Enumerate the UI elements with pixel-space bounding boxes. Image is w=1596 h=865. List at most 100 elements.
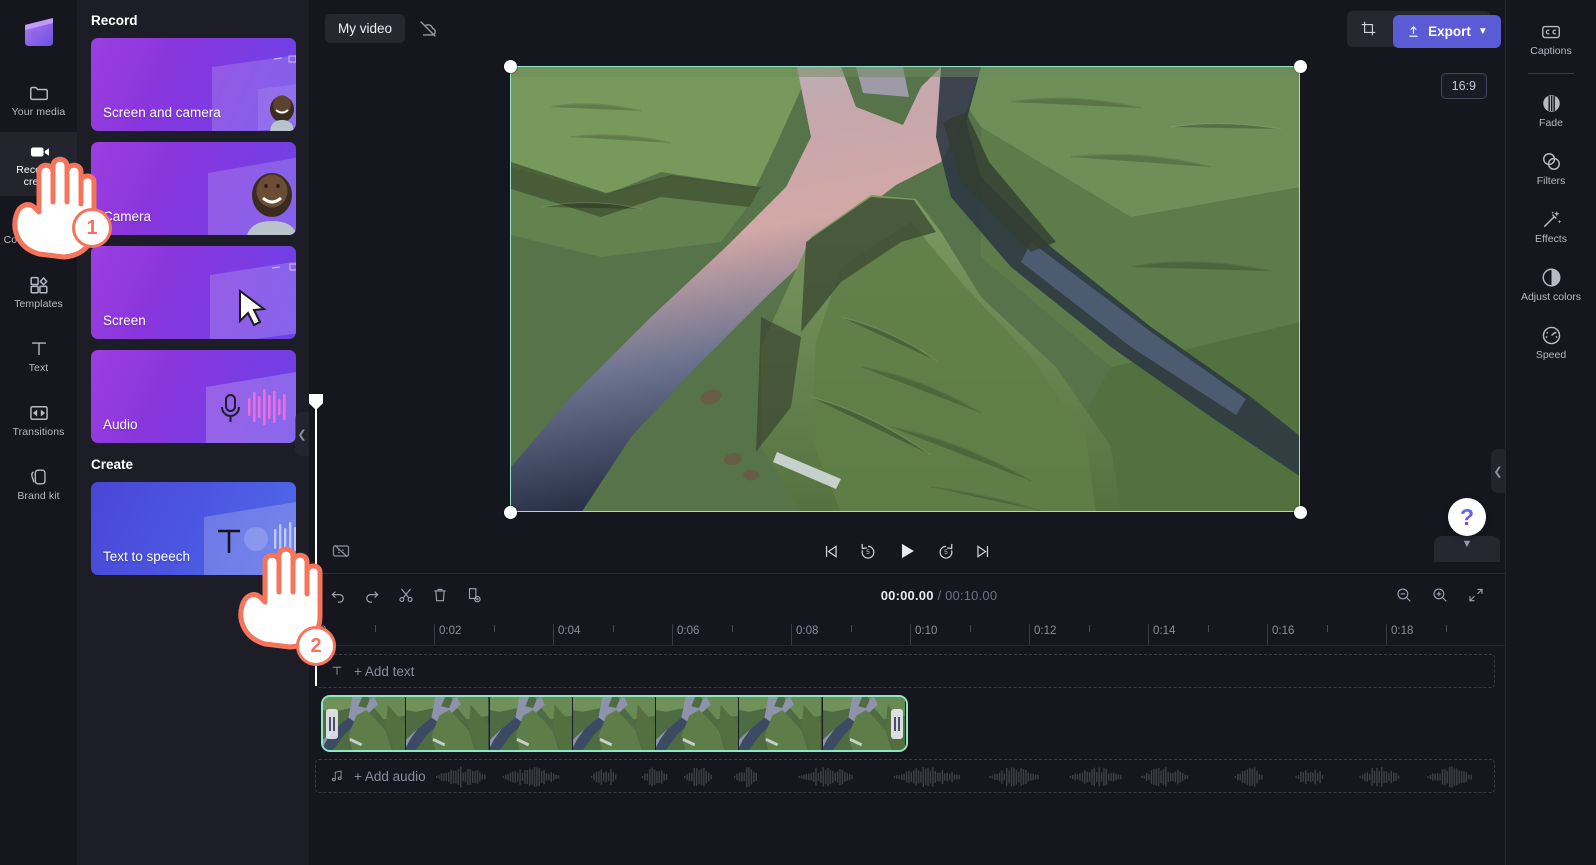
- ruler-tick: [672, 624, 673, 645]
- screen-art: [194, 261, 296, 339]
- aspect-ratio-button[interactable]: 16:9: [1441, 73, 1487, 99]
- sidebar-item-label: Record & create: [0, 165, 77, 188]
- upload-icon: [1406, 24, 1421, 39]
- resize-handle-top-left[interactable]: [504, 60, 517, 73]
- right-item-label: Fade: [1539, 118, 1563, 130]
- sidebar-item-templates[interactable]: Templates: [0, 260, 77, 324]
- right-item-effects[interactable]: Effects: [1506, 198, 1596, 256]
- skip-to-end-button[interactable]: [974, 542, 993, 561]
- ruler-tick: [434, 624, 435, 645]
- card-label: Text to speech: [103, 549, 190, 564]
- undo-button[interactable]: [329, 586, 347, 604]
- card-audio[interactable]: Audio: [91, 350, 296, 443]
- redo-button[interactable]: [363, 586, 381, 604]
- forward-5-button[interactable]: 5: [936, 541, 956, 561]
- card-screen-and-camera[interactable]: Screen and camera: [91, 38, 296, 131]
- clip-trim-handle-left[interactable]: [326, 709, 338, 739]
- annotation-number: 1: [86, 217, 97, 240]
- right-item-speed[interactable]: Speed: [1506, 314, 1596, 372]
- sidebar-item-content-library[interactable]: Content library: [0, 196, 77, 260]
- video-clip[interactable]: [321, 695, 908, 752]
- right-item-adjust-colors[interactable]: Adjust colors: [1506, 256, 1596, 314]
- resize-handle-bottom-left[interactable]: [504, 506, 517, 519]
- help-tray-collapse[interactable]: ▼: [1434, 536, 1500, 562]
- text-track[interactable]: + Add text: [315, 654, 1495, 688]
- right-item-filters[interactable]: Filters: [1506, 140, 1596, 198]
- clip-thumbnail: [406, 697, 489, 750]
- question-mark-icon: ?: [1460, 506, 1474, 529]
- fit-timeline-button[interactable]: [1467, 586, 1485, 604]
- right-item-fade[interactable]: Fade: [1506, 82, 1596, 140]
- right-item-label: Speed: [1536, 350, 1566, 362]
- duplicate-button[interactable]: [465, 586, 483, 604]
- sidebar-item-label: Content library: [4, 235, 74, 247]
- left-rail: Your media Record & create Content libra…: [0, 0, 77, 865]
- speed-icon: [1540, 324, 1563, 347]
- ruler-tick-minor: [1446, 625, 1447, 632]
- sidebar-item-brand-kit[interactable]: Brand kit: [0, 452, 77, 516]
- closed-captions-icon: [1540, 21, 1562, 43]
- export-label: Export: [1428, 24, 1471, 39]
- record-create-panel: Record Screen and camera: [77, 0, 309, 865]
- ruler-label: 0:08: [796, 625, 818, 637]
- music-note-icon: [330, 769, 344, 783]
- right-item-captions[interactable]: Captions: [1506, 10, 1596, 68]
- skip-to-start-button[interactable]: [821, 542, 840, 561]
- effects-icon: [1540, 208, 1563, 231]
- right-item-label: Captions: [1530, 46, 1571, 58]
- text-icon: [28, 338, 50, 360]
- panel-section-record: Record: [91, 13, 295, 28]
- card-label: Audio: [103, 417, 138, 432]
- ruler-tick-minor: [1089, 625, 1090, 632]
- ruler-label: 0:16: [1272, 625, 1294, 637]
- help-button[interactable]: ?: [1448, 498, 1486, 536]
- clip-thumbnails: [323, 697, 906, 750]
- split-button[interactable]: [397, 586, 415, 604]
- clip-trim-handle-right[interactable]: [891, 709, 903, 739]
- crop-icon[interactable]: [1353, 15, 1383, 43]
- annotation-number: 2: [310, 635, 321, 658]
- audio-track[interactable]: + Add audio: [315, 759, 1495, 793]
- timeline-ruler[interactable]: 00:020:040:060:080:100:120:140:160:18: [315, 616, 1505, 646]
- zoom-in-button[interactable]: [1431, 586, 1449, 604]
- sidebar-item-your-media[interactable]: Your media: [0, 68, 77, 132]
- sidebar-item-label: Your media: [12, 107, 66, 119]
- ruler-tick-minor: [1327, 625, 1328, 632]
- ruler-tick-minor: [375, 625, 376, 632]
- sidebar-item-record-create[interactable]: Record & create: [0, 132, 77, 196]
- preview-image: [511, 67, 1300, 512]
- chevron-down-icon: ▼: [1478, 26, 1488, 37]
- clip-thumbnail: [656, 697, 739, 750]
- card-screen[interactable]: Screen: [91, 246, 296, 339]
- rewind-5-button[interactable]: 5: [858, 541, 878, 561]
- card-text-to-speech[interactable]: Text to speech: [91, 482, 296, 575]
- sidebar-item-text[interactable]: Text: [0, 324, 77, 388]
- card-camera[interactable]: Camera: [91, 142, 296, 235]
- export-button[interactable]: Export ▼: [1393, 15, 1501, 48]
- timeline: 00:00.00 / 00:10.00: [309, 573, 1505, 865]
- video-preview[interactable]: [510, 66, 1300, 512]
- clip-thumbnail: [490, 697, 573, 750]
- clip-thumbnail: [739, 697, 822, 750]
- play-button[interactable]: [896, 540, 918, 562]
- resize-handle-bottom-right[interactable]: [1294, 506, 1307, 519]
- cloud-off-icon[interactable]: [417, 18, 439, 40]
- ruler-tick: [1386, 624, 1387, 645]
- sidebar-item-label: Text: [29, 363, 49, 375]
- delete-button[interactable]: [431, 586, 449, 604]
- captions-off-icon[interactable]: [331, 541, 351, 561]
- clipchamp-logo-icon[interactable]: [16, 10, 62, 56]
- ruler-tick-minor: [494, 625, 495, 632]
- right-item-label: Effects: [1535, 234, 1567, 246]
- add-audio-label: + Add audio: [354, 769, 426, 784]
- project-name-field[interactable]: My video: [325, 14, 405, 43]
- sidebar-item-transitions[interactable]: Transitions: [0, 388, 77, 452]
- resize-handle-top-right[interactable]: [1294, 60, 1307, 73]
- ruler-label: 0:14: [1153, 625, 1175, 637]
- clip-thumbnail: [573, 697, 656, 750]
- zoom-out-button[interactable]: [1395, 586, 1413, 604]
- collapse-properties-button[interactable]: ❮: [1491, 449, 1505, 493]
- collapse-panel-button[interactable]: ❮: [295, 412, 309, 456]
- playback-controls: 5 5: [309, 529, 1505, 573]
- chevron-left-icon: ❮: [297, 428, 306, 441]
